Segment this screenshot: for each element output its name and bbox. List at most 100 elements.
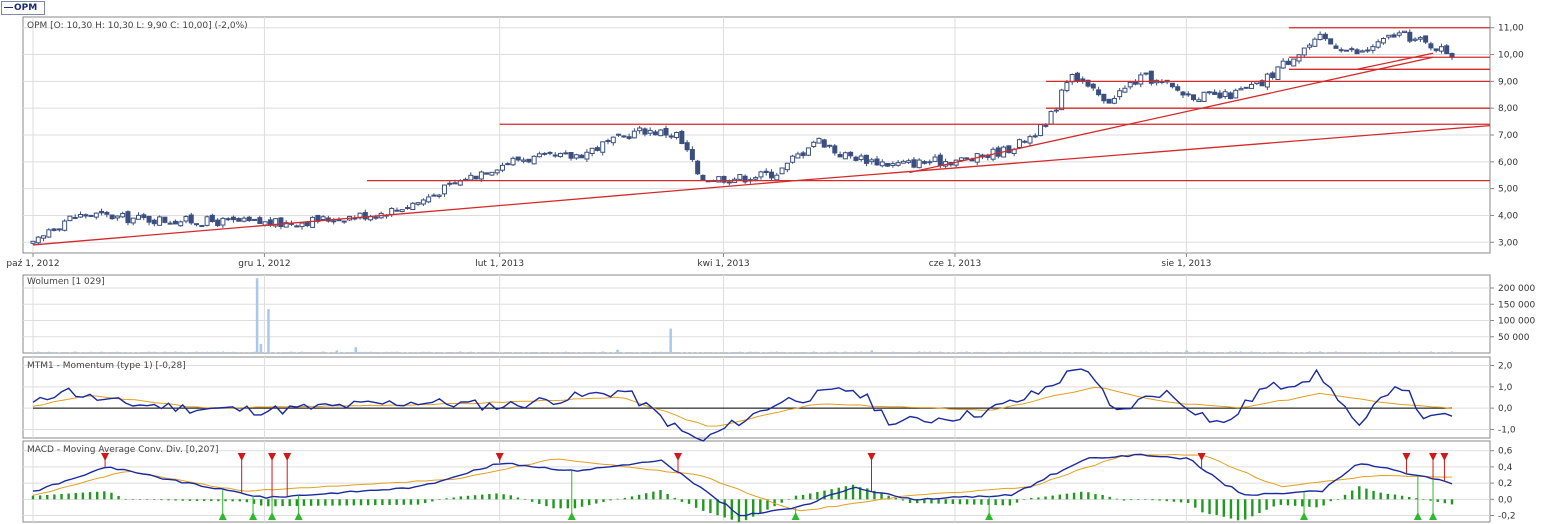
volume-bar — [1382, 351, 1385, 353]
candle-body — [99, 210, 105, 214]
volume-bar — [633, 352, 636, 353]
volume-bar — [854, 351, 857, 353]
volume-bar — [438, 352, 441, 353]
volume-bar — [90, 351, 93, 353]
candle-body — [784, 162, 790, 171]
candle-body — [858, 155, 864, 161]
price-y-tick-label: 11,00 — [1498, 24, 1524, 34]
candle-body — [109, 214, 115, 220]
macd-histogram-bar — [851, 484, 855, 500]
volume-bar — [1160, 351, 1163, 353]
candle-body — [505, 163, 511, 166]
macd-histogram-bar — [267, 499, 270, 507]
volume-bar — [401, 352, 404, 353]
candle-body — [72, 216, 78, 219]
volume-bar — [585, 352, 588, 353]
candle-body — [1375, 41, 1381, 48]
macd-histogram-bar — [1372, 490, 1375, 500]
macd-histogram-bar — [195, 499, 199, 501]
volume-bar — [95, 352, 98, 353]
volume-bar — [359, 351, 362, 353]
volume-bar — [79, 352, 82, 353]
macd-histogram-bar — [1329, 499, 1332, 502]
volume-bar — [158, 352, 161, 353]
candle-body — [842, 152, 848, 160]
volume-bar — [169, 351, 172, 353]
macd-histogram-bar — [31, 495, 35, 500]
candle-body — [1275, 66, 1281, 81]
volume-bar — [781, 351, 784, 353]
macd-histogram-bar — [973, 499, 976, 505]
stock-chart-svg[interactable]: paź 1, 2012 gru 1, 2012 lut 1, 2013 kwi 1, … — [0, 0, 1541, 524]
macd-histogram-bar — [687, 499, 691, 504]
volume-bar — [227, 351, 230, 353]
volume-bar — [981, 351, 984, 353]
candle-body — [1059, 89, 1065, 111]
macd-histogram-bar — [38, 495, 42, 500]
candle-body — [1227, 92, 1233, 100]
candle-body — [885, 163, 891, 167]
momentum-y-tick-label: 1,0 — [1498, 383, 1513, 393]
candle-body — [1391, 34, 1397, 38]
volume-bar — [1076, 351, 1079, 353]
volume-bar — [195, 351, 198, 353]
volume-bar — [986, 352, 989, 353]
macd-histogram-bar — [1229, 499, 1233, 519]
candle-body — [890, 163, 896, 167]
volume-y-tick-label: 150 000 — [1498, 300, 1535, 310]
volume-bar — [395, 351, 398, 353]
candle-body — [600, 141, 606, 153]
macd-histogram-bar — [67, 493, 70, 500]
candle-body — [209, 214, 215, 223]
macd-histogram-bar — [1101, 494, 1104, 500]
momentum-y-tick-label: -1,0 — [1498, 425, 1516, 435]
candle-body — [46, 229, 52, 238]
candle-body — [1032, 135, 1038, 138]
volume-bar — [111, 351, 114, 353]
macd-histogram-bar — [459, 496, 463, 500]
volume-bar — [1013, 351, 1016, 353]
candle-body — [484, 172, 490, 175]
macd-histogram-bar — [153, 499, 156, 500]
volume-bar — [1224, 352, 1227, 353]
candle-body — [447, 182, 453, 185]
x-tick-label: paź 1, 2012 — [6, 259, 59, 269]
candle-body — [1101, 93, 1107, 102]
candle-body — [1291, 58, 1297, 67]
candle-body — [1233, 89, 1239, 99]
volume-bar — [628, 351, 631, 353]
candle-body — [684, 142, 690, 151]
volume-bar — [47, 351, 50, 353]
volume-bar — [1166, 351, 1169, 353]
volume-bar — [327, 352, 330, 353]
candle-body — [568, 152, 574, 159]
volume-bar — [1313, 352, 1316, 353]
volume-bar — [1123, 352, 1126, 353]
candle-body — [958, 157, 964, 161]
volume-bar — [1371, 352, 1374, 353]
candle-body — [589, 147, 595, 154]
candle-body — [1090, 83, 1096, 89]
macd-histogram-bar — [1379, 492, 1382, 500]
volume-bar — [1007, 351, 1010, 353]
x-tick-label: kwi 1, 2013 — [697, 259, 749, 269]
candle-body — [30, 240, 36, 244]
candle-body — [1328, 38, 1334, 45]
candle-body — [1285, 60, 1291, 65]
macd-histogram-bar — [473, 495, 477, 500]
macd-histogram-bar — [95, 491, 99, 500]
candle-body — [457, 180, 463, 186]
macd-histogram-bar — [259, 499, 263, 506]
volume-bar — [206, 351, 209, 353]
macd-histogram-bar — [1315, 499, 1318, 508]
candle-body — [531, 155, 537, 165]
candle-body — [663, 128, 669, 136]
volume-bar — [707, 352, 710, 353]
candle-body — [1180, 91, 1186, 96]
macd-histogram-bar — [1415, 498, 1418, 500]
volume-bar — [116, 351, 119, 353]
chart-window: OPM paź 1, 2012 gru 1, 2012 lut 1, 2013 kwi… — [0, 0, 1541, 524]
volume-bar — [253, 351, 256, 353]
macd-histogram-bar — [374, 499, 377, 506]
macd-histogram-bar — [566, 499, 569, 509]
